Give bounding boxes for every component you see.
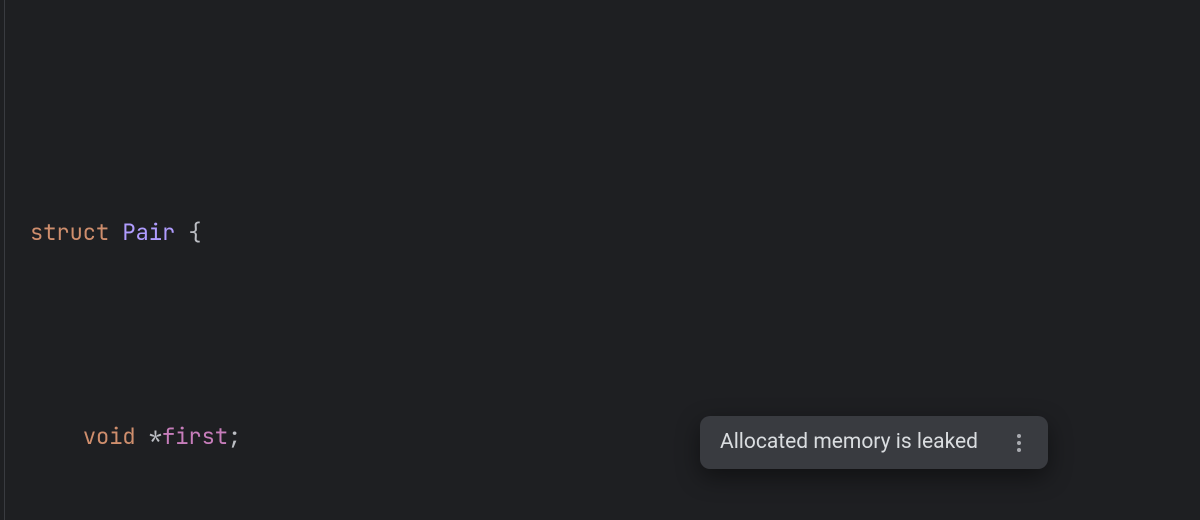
code-line[interactable]: struct Pair { bbox=[30, 213, 1200, 254]
keyword-struct: struct bbox=[30, 218, 109, 247]
gutter-divider bbox=[4, 0, 5, 520]
more-actions-icon[interactable] bbox=[1010, 434, 1028, 452]
semicolon: ; bbox=[228, 422, 241, 451]
inspection-message: Allocated memory is leaked bbox=[720, 430, 978, 455]
brace-open: { bbox=[188, 218, 201, 247]
field-first: first bbox=[162, 422, 228, 451]
star: * bbox=[149, 422, 162, 451]
typename-pair: Pair bbox=[122, 218, 175, 247]
keyword-void: void bbox=[83, 422, 136, 451]
code-editor[interactable]: struct Pair { void *first; void *second;… bbox=[0, 0, 1200, 520]
inspection-tooltip[interactable]: Allocated memory is leaked bbox=[700, 416, 1048, 469]
